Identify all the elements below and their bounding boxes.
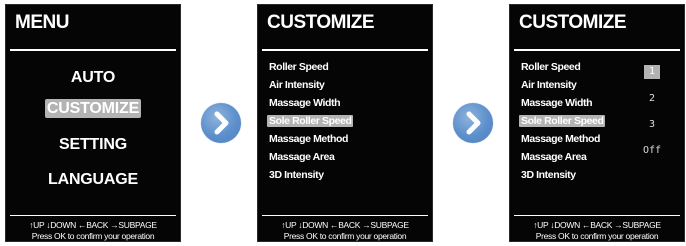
customize-screen: CUSTOMIZE Roller Speed Air Intensity Mas… — [257, 4, 433, 242]
customize-title: CUSTOMIZE — [267, 12, 375, 33]
list-item-3d-intensity[interactable]: 3D Intensity — [521, 169, 576, 181]
list-item-roller-speed[interactable]: Roller Speed — [521, 61, 581, 73]
list-item-massage-method[interactable]: Massage Method — [269, 133, 348, 145]
menu-item-language[interactable]: LANGUAGE — [6, 171, 180, 189]
footer-divider — [514, 215, 680, 216]
chevron-right-icon — [466, 111, 481, 135]
option-off[interactable]: Off — [641, 144, 663, 158]
confirm-hint: Press OK to confirm your operation — [535, 231, 659, 241]
customize-title: CUSTOMIZE — [519, 12, 627, 33]
list-item-massage-width[interactable]: Massage Width — [269, 97, 341, 109]
title-divider — [514, 49, 680, 51]
confirm-hint: Press OK to confirm your operation — [283, 231, 407, 241]
list-item-sole-roller-speed[interactable]: Sole Roller Speed — [519, 115, 606, 127]
list-item-massage-width[interactable]: Massage Width — [521, 97, 593, 109]
option-speed-1[interactable]: 1 — [644, 65, 660, 79]
list-item-air-intensity[interactable]: Air Intensity — [521, 79, 577, 91]
list-item-roller-speed[interactable]: Roller Speed — [269, 61, 329, 73]
footer-divider — [262, 215, 428, 216]
customize-subpage-screen: CUSTOMIZE Roller Speed Air Intensity Mas… — [509, 4, 685, 242]
footer-divider — [10, 215, 176, 216]
menu-item-setting[interactable]: SETTING — [6, 136, 180, 154]
menu-title: MENU — [15, 12, 69, 33]
title-divider — [262, 49, 428, 51]
option-speed-2[interactable]: 2 — [644, 92, 660, 106]
menu-item-label: SETTING — [59, 136, 127, 153]
next-step-arrow — [201, 103, 241, 143]
menu-item-auto[interactable]: AUTO — [6, 69, 180, 87]
menu-item-label: CUSTOMIZE — [44, 99, 142, 118]
list-item-3d-intensity[interactable]: 3D Intensity — [269, 169, 324, 181]
chevron-right-icon — [214, 111, 229, 135]
menu-item-customize[interactable]: CUSTOMIZE — [6, 99, 180, 118]
menu-screen: MENU AUTO CUSTOMIZE SETTING LANGUAGE ↑UP… — [5, 4, 181, 242]
list-item-massage-area[interactable]: Massage Area — [521, 151, 587, 163]
list-item-massage-method[interactable]: Massage Method — [521, 133, 600, 145]
list-item-massage-area[interactable]: Massage Area — [269, 151, 335, 163]
title-divider — [10, 49, 176, 51]
list-item-sole-roller-speed[interactable]: Sole Roller Speed — [267, 115, 354, 127]
option-speed-3[interactable]: 3 — [644, 118, 660, 132]
menu-item-label: AUTO — [70, 69, 116, 86]
navigation-hint: ↑UP ↓DOWN ←BACK →SUBPAGE — [281, 220, 409, 230]
menu-item-label: LANGUAGE — [48, 171, 138, 188]
confirm-hint: Press OK to confirm your operation — [31, 231, 155, 241]
list-item-air-intensity[interactable]: Air Intensity — [269, 79, 325, 91]
navigation-hint: ↑UP ↓DOWN ←BACK →SUBPAGE — [533, 220, 661, 230]
navigation-hint: ↑UP ↓DOWN ←BACK →SUBPAGE — [29, 220, 157, 230]
next-step-arrow — [453, 103, 493, 143]
